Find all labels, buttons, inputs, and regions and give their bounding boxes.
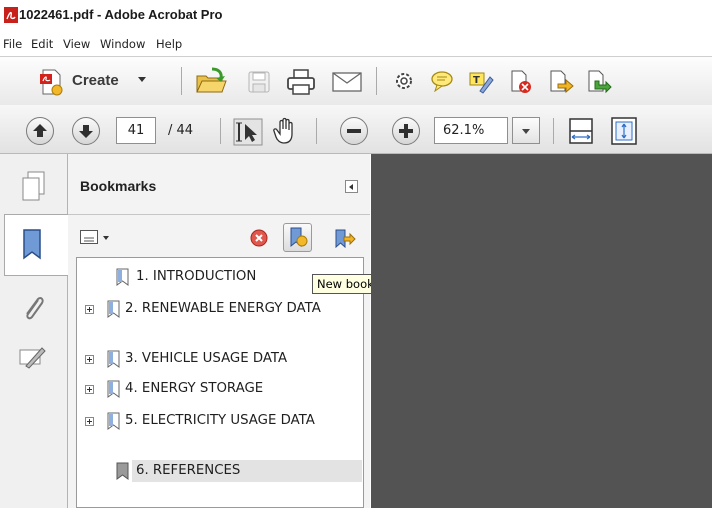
bookmark-icon	[116, 268, 129, 286]
save-icon[interactable]	[247, 70, 271, 94]
bookmark-icon	[107, 380, 120, 398]
fit-page-icon[interactable]	[610, 116, 638, 146]
collapse-panel-button[interactable]	[345, 180, 358, 193]
menu-help[interactable]: Help	[156, 37, 182, 51]
select-tool-icon[interactable]	[233, 118, 263, 146]
expand-plus-icon[interactable]	[85, 385, 94, 394]
export-page-icon[interactable]	[548, 69, 574, 95]
bookmark-icon	[107, 300, 120, 318]
plus-icon	[399, 124, 413, 138]
zoom-in-button[interactable]	[392, 117, 420, 145]
toolbar-separator	[553, 118, 554, 144]
previous-page-button[interactable]	[26, 117, 54, 145]
create-pdf-icon[interactable]	[38, 68, 64, 96]
bookmark-label: 6. REFERENCES	[136, 463, 241, 478]
zoom-dropdown-button[interactable]	[512, 117, 540, 144]
window-title: 1022461.pdf - Adobe Acrobat Pro	[19, 7, 223, 22]
hand-tool-icon[interactable]	[272, 116, 300, 146]
zoom-out-button[interactable]	[340, 117, 368, 145]
bookmark-ribbon-icon	[23, 229, 41, 260]
menu-window[interactable]: Window	[100, 37, 145, 51]
title-bar: 1022461.pdf - Adobe Acrobat Pro	[0, 0, 712, 30]
main-toolbar: Create T	[0, 56, 712, 106]
bookmark-icon	[116, 462, 129, 480]
page-total-label: / 44	[168, 123, 194, 138]
print-icon[interactable]	[286, 68, 316, 96]
open-folder-icon[interactable]	[194, 67, 228, 95]
bookmarks-tree: 1. INTRODUCTION 2. RENEWABLE ENERGY DATA…	[76, 257, 364, 508]
expand-bookmark-icon[interactable]	[332, 228, 356, 250]
email-icon[interactable]	[332, 72, 362, 92]
navigation-pane-rail	[0, 154, 68, 508]
panel-divider	[68, 214, 370, 215]
new-bookmark-button[interactable]	[283, 223, 312, 252]
menu-view[interactable]: View	[63, 37, 90, 51]
options-menu-icon[interactable]	[80, 230, 98, 244]
insert-page-icon[interactable]	[586, 69, 612, 95]
toolbar-separator	[220, 118, 221, 144]
bookmark-label: 4. ENERGY STORAGE	[125, 381, 264, 396]
menu-edit[interactable]: Edit	[31, 37, 53, 51]
document-viewport[interactable]	[371, 154, 712, 508]
chevron-down-icon[interactable]	[103, 236, 109, 240]
next-page-button[interactable]	[72, 117, 100, 145]
comment-bubble-icon[interactable]	[430, 70, 454, 92]
bookmark-icon	[107, 412, 120, 430]
menu-bar: File Edit View Window Help	[0, 30, 712, 56]
arrow-down-icon	[79, 125, 93, 138]
svg-text:T: T	[473, 75, 480, 86]
minus-icon	[347, 129, 361, 133]
chevron-down-icon[interactable]	[138, 77, 146, 82]
signatures-pen-icon[interactable]	[18, 344, 46, 370]
bookmark-icon	[107, 350, 120, 368]
bookmark-label: 5. ELECTRICITY USAGE DATA	[125, 413, 315, 428]
panel-title: Bookmarks	[80, 178, 157, 194]
bookmark-label: 1. INTRODUCTION	[136, 269, 257, 284]
expand-plus-icon[interactable]	[85, 417, 94, 426]
page-thumbnails-icon[interactable]	[20, 170, 46, 204]
toolbar-separator	[376, 67, 377, 95]
fit-width-icon[interactable]	[568, 117, 594, 145]
delete-bookmark-icon[interactable]	[250, 229, 268, 247]
settings-gear-icon[interactable]	[393, 70, 415, 92]
highlight-text-icon[interactable]: T	[468, 69, 494, 95]
arrow-up-icon	[33, 124, 47, 137]
create-button-label[interactable]: Create	[72, 72, 119, 89]
page-number-input[interactable]: 41	[116, 117, 156, 144]
new-bookmark-icon	[290, 227, 308, 248]
bookmark-label: 2. RENEWABLE ENERGY DATA	[125, 301, 321, 316]
expand-plus-icon[interactable]	[85, 355, 94, 364]
toolbar-separator	[316, 118, 317, 144]
delete-page-icon[interactable]	[509, 69, 533, 95]
zoom-level-input[interactable]: 62.1%	[434, 117, 508, 144]
menu-file[interactable]: File	[3, 37, 22, 51]
acrobat-pdf-icon	[4, 7, 18, 23]
expand-plus-icon[interactable]	[85, 305, 94, 314]
attachments-paperclip-icon[interactable]	[20, 292, 46, 324]
bookmark-label: 3. VEHICLE USAGE DATA	[125, 351, 288, 366]
toolbar-separator	[181, 67, 182, 95]
